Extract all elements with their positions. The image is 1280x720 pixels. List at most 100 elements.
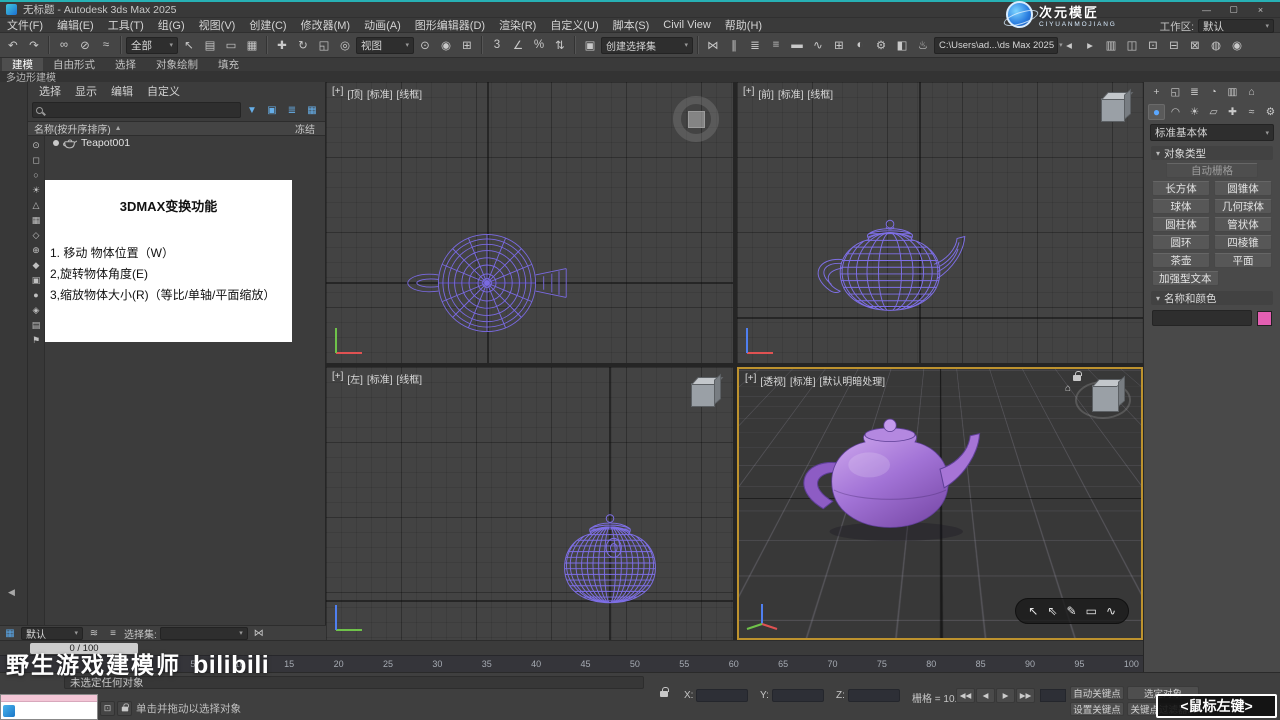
rollout-object-type[interactable]: 对象类型 [1151,146,1273,160]
primitive-button[interactable]: 圆锥体 [1214,181,1272,196]
scene-explorer-toggle-icon[interactable]: ≣ [745,35,765,55]
isolate-selection-icon[interactable]: ⊡ [1143,35,1163,55]
create-tab-icon[interactable]: + [1148,84,1165,100]
x-coordinate-field[interactable] [696,688,749,702]
auto-key-button[interactable]: 自动关键点 [1070,686,1124,700]
workspace-switch-icon[interactable]: ◫ [1122,35,1142,55]
select-object-icon[interactable]: ↖ [179,35,199,55]
display-shapes-icon[interactable]: ○ [29,168,44,182]
rect-region-icon[interactable]: ▭ [221,35,241,55]
help-badge-icon[interactable]: ◍ [1206,35,1226,55]
display-lights-icon[interactable]: ☀ [29,183,44,197]
menu-item[interactable]: Civil View [656,19,717,31]
redo-icon[interactable]: ↷ [24,35,44,55]
viewport-config-icon[interactable]: ⊠ [1185,35,1205,55]
layer-manager-icon[interactable]: ▥ [1101,35,1121,55]
curve-editor-icon[interactable]: ∿ [808,35,828,55]
viewcube-face[interactable] [687,110,705,128]
teapot-wireframe-left[interactable] [515,492,705,634]
display-helpers-icon[interactable]: ▦ [29,213,44,227]
viewcube[interactable] [673,96,719,142]
viewport-label-segment[interactable]: [线框] [397,86,423,101]
systems-category-icon[interactable]: ⚙ [1262,104,1279,120]
scale-icon[interactable]: ◱ [314,35,334,55]
explorer-menu-item[interactable]: 编辑 [104,83,140,99]
snap-toggle-icon[interactable]: 3 [487,35,507,55]
go-to-start-icon[interactable]: ◀◀ [956,688,975,703]
project-folder-select[interactable]: C:\Users\ad...\ds Max 2025 [934,36,1058,54]
viewport-label-segment[interactable]: [线框] [397,371,423,386]
viewport-front[interactable]: [+] [前] [标准] [线框] [737,82,1143,363]
select-by-name-icon[interactable]: ▤ [200,35,220,55]
set-key-button[interactable]: 设置关键点 [1070,702,1124,716]
keyboard-override-icon[interactable]: ⊞ [457,35,477,55]
rendered-frame-icon[interactable]: ◧ [892,35,912,55]
display-xrefs-icon[interactable]: ◆ [29,258,44,272]
viewport-label-segment[interactable]: [标准] [790,373,816,388]
menu-item[interactable]: 文件(F) [0,17,50,33]
explorer-settings-icon[interactable]: ≣ [283,101,301,119]
visibility-dot-icon[interactable] [53,140,59,146]
ribbon-toggle-icon[interactable]: ▬ [787,35,807,55]
utilities-tab-icon[interactable]: ⌂ [1243,84,1260,100]
explorer-menu-item[interactable]: 选择 [32,83,68,99]
layer-explorer-icon[interactable]: ≡ [766,35,786,55]
viewport-label-segment[interactable]: [左] [347,371,363,386]
ribbon-tab[interactable]: 选择 [105,58,146,71]
display-materials-icon[interactable]: ◈ [29,303,44,317]
viewport-label-segment[interactable]: [默认明暗处理] [820,373,886,388]
viewport-label-segment[interactable]: [+] [332,86,343,101]
minimize-button[interactable]: — [1193,3,1220,16]
spacewarps-category-icon[interactable]: ≈ [1243,104,1260,120]
menu-item[interactable]: 渲染(R) [492,17,543,33]
helpers-category-icon[interactable]: ✚ [1224,104,1241,120]
menu-item[interactable]: 帮助(H) [718,17,769,33]
placement-icon[interactable]: ◎ [335,35,355,55]
viewport-perspective[interactable]: [+] [透视] [标准] [默认明暗处理] ⌂ ↖ ⇖ ✎ ▭ ∿ [737,367,1143,640]
selection-lock-toggle-icon[interactable] [117,701,132,716]
render-icon[interactable]: ♨ [913,35,933,55]
menu-item[interactable]: 组(G) [151,17,192,33]
menu-item[interactable]: 图形编辑器(D) [408,17,492,33]
ribbon-panel-title[interactable]: 多边形建模 [0,71,1280,84]
edit-selection-set-icon[interactable]: ▣ [580,35,600,55]
use-pivot-icon[interactable]: ⊙ [415,35,435,55]
percent-snap-icon[interactable]: % [529,35,549,55]
select-link-icon[interactable]: ∞ [54,35,74,55]
viewcube[interactable] [691,383,715,407]
display-bones-icon[interactable]: ▣ [29,273,44,287]
viewport-label-segment[interactable]: [标准] [367,86,393,101]
move-icon[interactable]: ✚ [272,35,292,55]
motion-tab-icon[interactable]: ◔ [1205,84,1222,100]
listener-macro-line[interactable] [1,695,97,702]
selection-filter-select[interactable]: 全部 [126,36,178,54]
primitive-button[interactable]: 球体 [1152,199,1210,214]
object-color-swatch[interactable] [1257,310,1272,326]
lights-category-icon[interactable]: ☀ [1186,104,1203,120]
viewcube[interactable] [1101,98,1125,122]
primitive-button[interactable]: 茶壶 [1152,253,1210,268]
display-spacewarps-icon[interactable]: ◇ [29,228,44,242]
align-icon[interactable]: ∥ [724,35,744,55]
display-tab-icon[interactable]: ▥ [1224,84,1241,100]
region-select-overlay-icon[interactable]: ▭ [1086,604,1097,618]
viewcube-home-icon[interactable]: ⌂ [1065,383,1071,394]
material-editor-icon[interactable]: ◐ [850,35,870,55]
display-groups-icon[interactable]: ⊕ [29,243,44,257]
primitive-button[interactable]: 四棱锥 [1214,235,1272,250]
menu-item[interactable]: 视图(V) [192,17,243,33]
viewport-label-segment[interactable]: [+] [332,371,343,386]
menu-item[interactable]: 编辑(E) [50,17,101,33]
viewport-lock-icon[interactable] [1073,371,1082,381]
play-icon[interactable]: ▶ [996,688,1015,703]
rollout-name-color[interactable]: 名称和颜色 [1151,291,1273,305]
maximize-button[interactable]: ▢ [1220,3,1247,16]
geometry-category-icon[interactable]: ● [1148,104,1165,120]
display-containers-icon[interactable]: ● [29,288,44,302]
undo-view-icon[interactable]: ◂ [1059,35,1079,55]
menu-item[interactable]: 自定义(U) [543,17,605,33]
viewport-label-segment[interactable]: [前] [758,86,774,101]
filter-funnel-icon[interactable]: ▼ [243,101,261,119]
previous-frame-icon[interactable]: ◀ [976,688,995,703]
lock-explorer-icon[interactable]: ▣ [263,101,281,119]
